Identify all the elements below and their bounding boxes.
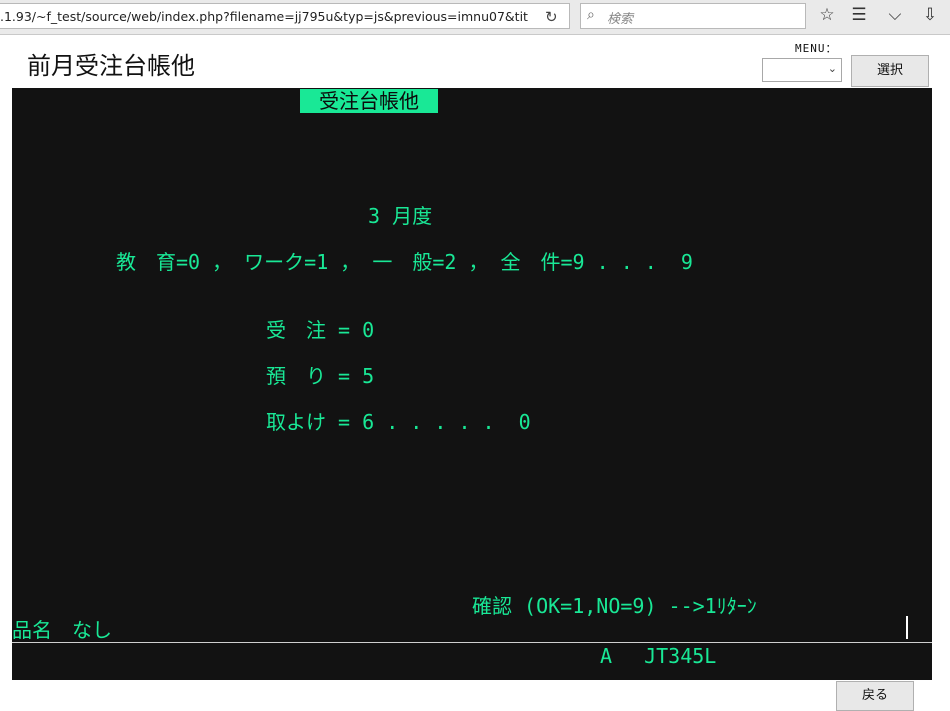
deposit-line: 預 り = 5 xyxy=(266,364,375,388)
page-title: 前月受注台帳他 xyxy=(27,52,195,80)
product-line: 品名 なし xyxy=(12,618,112,642)
download-icon[interactable]: ⇩ xyxy=(919,5,941,25)
category-line: 教 育=0 ， ワーク=1 ， 一 般=2 ， 全 件=9 . . . 9 xyxy=(116,250,693,274)
menu-label: MENU： xyxy=(795,42,838,55)
reload-icon[interactable]: ↻ xyxy=(545,8,558,26)
menu-select[interactable]: ⌄ xyxy=(762,58,842,82)
status-line: A JT345L xyxy=(600,644,717,668)
url-bar[interactable]: .1.93/~f_test/source/web/index.php?filen… xyxy=(0,3,570,29)
input-cursor[interactable] xyxy=(906,616,908,639)
terminal-screen: 受注台帳他 3 月度 教 育=0 ， ワーク=1 ， 一 般=2 ， 全 件=9… xyxy=(12,88,932,680)
order-line: 受 注 = 0 xyxy=(266,318,375,342)
reader-icon[interactable]: ☰ xyxy=(848,5,870,25)
cancel-line: 取よけ = 6 . . . . . 0 xyxy=(266,410,531,434)
terminal-heading: 受注台帳他 xyxy=(300,89,438,113)
url-text: .1.93/~f_test/source/web/index.php?filen… xyxy=(0,9,528,24)
search-icon: ⌕ xyxy=(587,7,595,23)
chevron-down-icon: ⌄ xyxy=(827,62,837,75)
terminal-divider xyxy=(12,642,932,643)
select-button[interactable]: 選択 xyxy=(851,55,929,87)
pocket-icon[interactable]: ⌵ xyxy=(884,5,906,25)
confirm-line: 確認 (OK=1,NO=9) -->1ﾘﾀｰﾝ xyxy=(472,594,757,618)
search-placeholder: 検索 xyxy=(607,12,634,27)
browser-toolbar: .1.93/~f_test/source/web/index.php?filen… xyxy=(0,0,950,35)
month-line: 3 月度 xyxy=(368,204,433,228)
bookmark-star-icon[interactable]: ☆ xyxy=(816,5,838,25)
search-input[interactable]: ⌕ 検索 xyxy=(580,3,806,29)
back-button[interactable]: 戻る xyxy=(836,681,914,711)
